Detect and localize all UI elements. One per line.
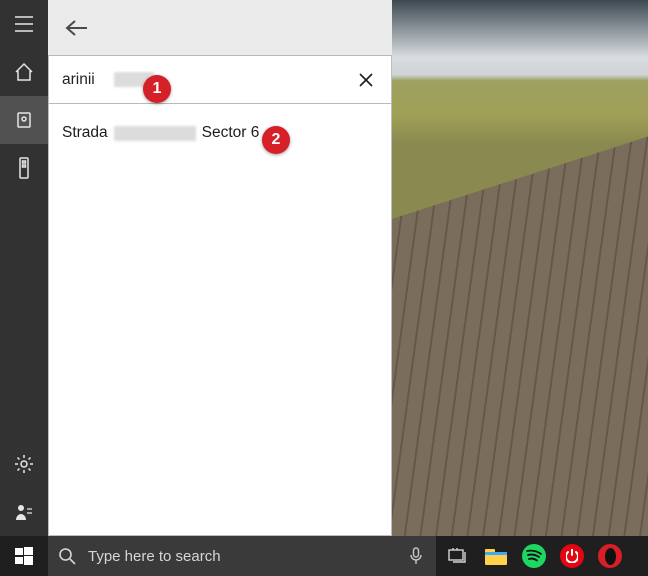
close-icon — [358, 72, 374, 88]
windows-logo-icon — [15, 547, 33, 565]
redacted-text — [114, 126, 196, 141]
search-icon — [58, 547, 76, 565]
search-input[interactable] — [62, 71, 108, 89]
task-view-button[interactable] — [444, 542, 472, 570]
gear-icon — [14, 454, 34, 474]
back-button[interactable] — [56, 8, 96, 48]
taskbar-search[interactable]: Type here to search — [48, 536, 436, 576]
annotation-badge-1: 1 — [143, 75, 171, 103]
search-field[interactable] — [62, 71, 352, 89]
search-result-item[interactable]: Strada Sector 6 — [48, 104, 392, 156]
search-row — [48, 56, 392, 104]
spotify-button[interactable] — [520, 542, 548, 570]
back-arrow-icon — [63, 18, 89, 38]
start-button[interactable] — [0, 536, 48, 576]
annotation-badge-2: 2 — [262, 126, 290, 154]
mic-icon — [409, 547, 423, 565]
maps-search-panel: Strada Sector 6 — [48, 0, 392, 536]
remote-icon — [17, 157, 31, 179]
nav-remote-button[interactable] — [0, 144, 48, 192]
taskbar-search-placeholder: Type here to search — [88, 548, 394, 565]
home-icon — [14, 62, 34, 82]
opera-button[interactable] — [596, 542, 624, 570]
nav-settings-button[interactable] — [0, 440, 48, 488]
clear-search-button[interactable] — [352, 66, 380, 94]
nav-menu-button[interactable] — [0, 0, 48, 48]
result-prefix: Strada — [62, 124, 108, 142]
power-icon — [560, 544, 584, 568]
cortana-mic-button[interactable] — [406, 546, 426, 566]
result-suffix: Sector 6 — [202, 124, 260, 142]
taskbar: Type here to search — [0, 536, 648, 576]
map-pin-icon — [14, 110, 34, 130]
hamburger-icon — [14, 15, 34, 33]
opera-icon — [598, 544, 622, 568]
panel-header — [48, 0, 392, 56]
spotify-icon — [522, 544, 546, 568]
nav-home-button[interactable] — [0, 48, 48, 96]
power-button[interactable] — [558, 542, 586, 570]
nav-account-button[interactable] — [0, 488, 48, 536]
nav-maps-button[interactable] — [0, 96, 48, 144]
file-explorer-button[interactable] — [482, 542, 510, 570]
taskbar-pinned — [436, 542, 632, 570]
nav-rail — [0, 0, 48, 536]
person-icon — [14, 502, 34, 522]
task-view-icon — [447, 547, 469, 565]
file-explorer-icon — [484, 546, 508, 566]
